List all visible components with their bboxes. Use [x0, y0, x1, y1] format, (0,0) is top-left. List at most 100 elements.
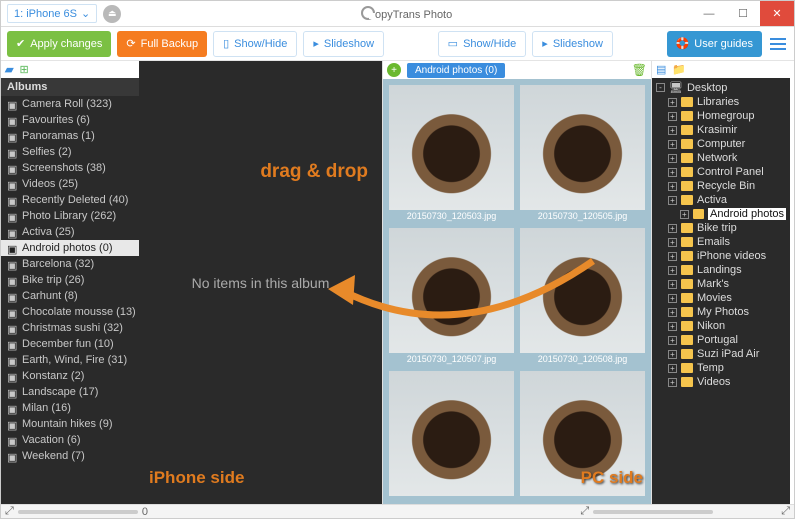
expand-icon[interactable]: ⤢: [5, 505, 14, 518]
tree-node[interactable]: +Libraries: [652, 95, 790, 109]
tree-node[interactable]: +Portugal: [652, 333, 790, 347]
tree-node[interactable]: +Landings: [652, 263, 790, 277]
thumbnail[interactable]: 20150730_120507.jpg: [389, 228, 514, 365]
expand-icon[interactable]: +: [680, 210, 689, 219]
album-item[interactable]: ▣Vacation (6): [1, 432, 139, 448]
album-item[interactable]: ▣December fun (10): [1, 336, 139, 352]
album-item[interactable]: ▣Landscape (17): [1, 384, 139, 400]
expand-icon[interactable]: +: [668, 238, 677, 247]
album-item[interactable]: ▣Recently Deleted (40): [1, 192, 139, 208]
expand-icon[interactable]: +: [668, 266, 677, 275]
left-showhide-button[interactable]: ▯Show/Hide: [213, 31, 297, 57]
tree-node[interactable]: +Movies: [652, 291, 790, 305]
tree-node[interactable]: +My Photos: [652, 305, 790, 319]
view-icon[interactable]: ▤: [656, 63, 666, 76]
album-item[interactable]: ▣Carhunt (8): [1, 288, 139, 304]
album-item[interactable]: ▣Earth, Wind, Fire (31): [1, 352, 139, 368]
collapse-icon[interactable]: -: [656, 83, 665, 92]
tree-node[interactable]: +Videos: [652, 375, 790, 389]
thumbnail[interactable]: 20150730_120508.jpg: [520, 228, 645, 365]
album-item[interactable]: ▣Favourites (6): [1, 112, 139, 128]
tree-node[interactable]: +iPhone videos: [652, 249, 790, 263]
expand-icon[interactable]: +: [668, 350, 677, 359]
expand-icon[interactable]: +: [668, 280, 677, 289]
tree-node[interactable]: +Suzi iPad Air: [652, 347, 790, 361]
album-item[interactable]: ▣Konstanz (2): [1, 368, 139, 384]
close-button[interactable]: ✕: [760, 1, 794, 26]
thumbnail[interactable]: 20150730_120505.jpg: [520, 85, 645, 222]
tree-node[interactable]: +Recycle Bin: [652, 179, 790, 193]
expand-icon[interactable]: +: [668, 224, 677, 233]
trash-icon[interactable]: 🗑: [632, 63, 647, 77]
expand-icon[interactable]: ⤢: [580, 505, 589, 518]
album-item[interactable]: ▣Screenshots (38): [1, 160, 139, 176]
minimize-button[interactable]: —: [692, 1, 726, 26]
expand-icon[interactable]: +: [668, 252, 677, 261]
folder-icon[interactable]: 📁: [672, 63, 686, 76]
album-item[interactable]: ▣Milan (16): [1, 400, 139, 416]
expand-icon[interactable]: +: [668, 196, 677, 205]
right-zoom-slider[interactable]: [593, 510, 713, 514]
expand-icon[interactable]: +: [668, 168, 677, 177]
tree-node[interactable]: +Bike trip: [652, 221, 790, 235]
iphone-view[interactable]: No items in this album drag & drop iPhon…: [139, 61, 382, 504]
apply-changes-button[interactable]: ✔Apply changes: [7, 31, 111, 57]
menu-button[interactable]: [768, 34, 788, 54]
left-slideshow-button[interactable]: ▸Slideshow: [303, 31, 384, 57]
thumbnail[interactable]: [520, 371, 645, 498]
left-zoom-slider[interactable]: [18, 510, 138, 514]
album-item[interactable]: ▣Selfies (2): [1, 144, 139, 160]
right-slideshow-button[interactable]: ▸Slideshow: [532, 31, 613, 57]
tree-node[interactable]: +Emails: [652, 235, 790, 249]
thumbnail-grid[interactable]: 20150730_120503.jpg20150730_120505.jpg20…: [383, 79, 651, 504]
add-photo-button[interactable]: +: [387, 63, 401, 77]
expand-icon[interactable]: +: [668, 336, 677, 345]
album-item[interactable]: ▣Mountain hikes (9): [1, 416, 139, 432]
full-backup-button[interactable]: ⟳Full Backup: [117, 31, 207, 57]
expand-icon[interactable]: +: [668, 378, 677, 387]
tree-node[interactable]: +Activa: [652, 193, 790, 207]
tree-list[interactable]: -🖥Desktop +Libraries+Homegroup+Krasimir+…: [652, 78, 790, 504]
album-item[interactable]: ▣Android photos (0): [1, 240, 139, 256]
album-item[interactable]: ▣Barcelona (32): [1, 256, 139, 272]
tree-node-desktop[interactable]: -🖥Desktop: [652, 80, 790, 95]
thumbnail[interactable]: 20150730_120503.jpg: [389, 85, 514, 222]
tree-node[interactable]: +Computer: [652, 137, 790, 151]
album-item[interactable]: ▣Weekend (7): [1, 448, 139, 464]
album-item[interactable]: ▣Camera Roll (323): [1, 96, 139, 112]
tree-node[interactable]: +Control Panel: [652, 165, 790, 179]
tree-node[interactable]: +Nikon: [652, 319, 790, 333]
user-guides-button[interactable]: 🛟User guides: [667, 31, 762, 57]
expand-icon[interactable]: +: [668, 322, 677, 331]
tree-node[interactable]: +Network: [652, 151, 790, 165]
sort-icon[interactable]: ▰: [5, 63, 13, 76]
tree-node[interactable]: +Krasimir: [652, 123, 790, 137]
expand-icon[interactable]: +: [668, 364, 677, 373]
add-album-icon[interactable]: ⊞: [19, 63, 28, 76]
albums-list[interactable]: ▣Camera Roll (323)▣Favourites (6)▣Panora…: [1, 96, 139, 504]
eject-button[interactable]: ⏏: [103, 5, 121, 23]
tree-node[interactable]: +Temp: [652, 361, 790, 375]
expand-icon[interactable]: +: [668, 154, 677, 163]
tree-node[interactable]: +Mark's: [652, 277, 790, 291]
album-item[interactable]: ▣Christmas sushi (32): [1, 320, 139, 336]
maximize-button[interactable]: ☐: [726, 1, 760, 26]
expand-icon[interactable]: +: [668, 294, 677, 303]
expand-icon[interactable]: +: [668, 126, 677, 135]
pc-album-chip[interactable]: Android photos (0): [407, 63, 505, 78]
expand-icon[interactable]: +: [668, 140, 677, 149]
tree-node[interactable]: +Homegroup: [652, 109, 790, 123]
thumbnail[interactable]: [389, 371, 514, 498]
album-item[interactable]: ▣Photo Library (262): [1, 208, 139, 224]
expand-icon[interactable]: +: [668, 182, 677, 191]
device-selector[interactable]: 1: iPhone 6S ⌄: [7, 4, 97, 23]
album-item[interactable]: ▣Videos (25): [1, 176, 139, 192]
expand-icon[interactable]: +: [668, 308, 677, 317]
album-item[interactable]: ▣Bike trip (26): [1, 272, 139, 288]
album-item[interactable]: ▣Activa (25): [1, 224, 139, 240]
expand-icon[interactable]: +: [668, 98, 677, 107]
album-item[interactable]: ▣Panoramas (1): [1, 128, 139, 144]
right-showhide-button[interactable]: ▭Show/Hide: [438, 31, 527, 57]
album-item[interactable]: ▣Chocolate mousse (13): [1, 304, 139, 320]
expand-icon[interactable]: +: [668, 112, 677, 121]
